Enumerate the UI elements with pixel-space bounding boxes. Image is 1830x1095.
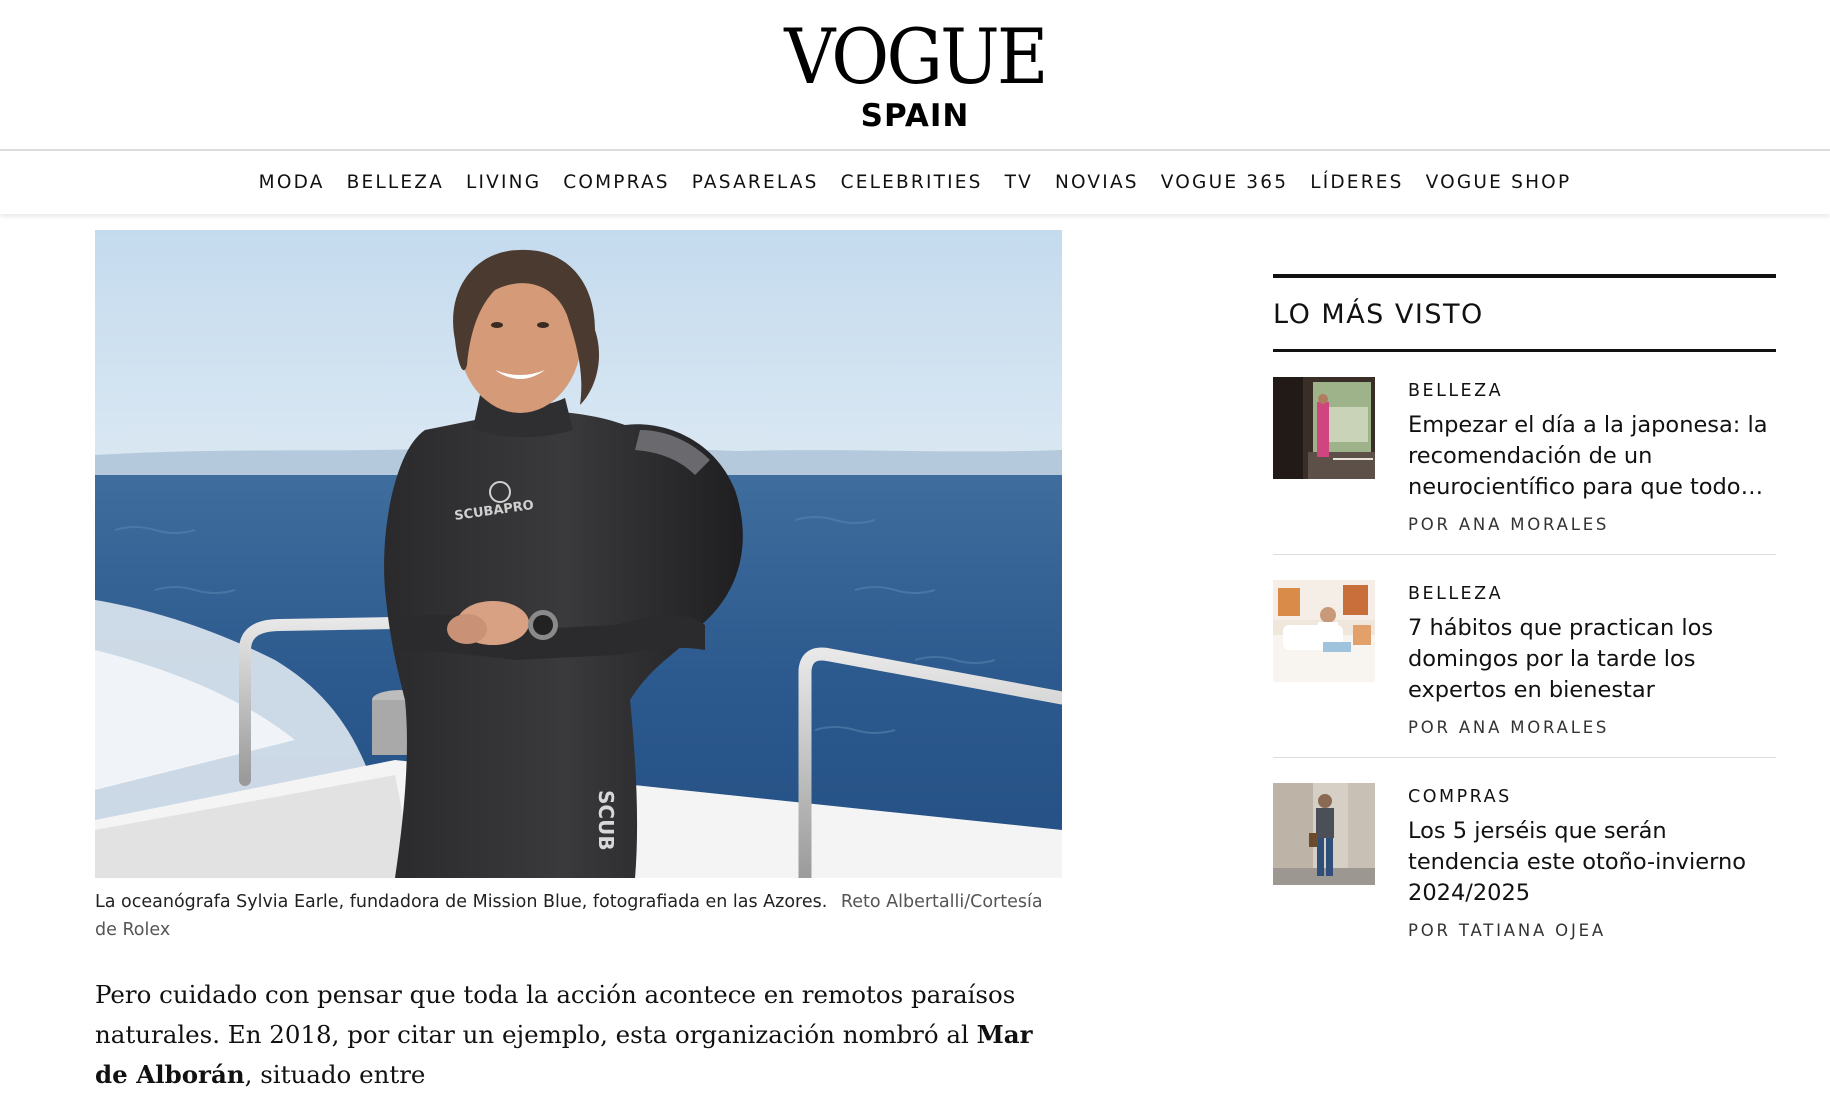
- leg-logo-text: SCUB: [594, 790, 618, 851]
- nav-item-belleza[interactable]: BELLEZA: [347, 172, 444, 193]
- story-card[interactable]: BELLEZA Empezar el día a la japonesa: la…: [1273, 352, 1776, 555]
- article-text: Pero cuidado con pensar que toda la acci…: [95, 980, 1016, 1049]
- story-thumbnail[interactable]: [1273, 783, 1375, 885]
- story-author[interactable]: POR TATIANA OJEA: [1408, 921, 1778, 940]
- main-nav: MODA BELLEZA LIVING COMPRAS PASARELAS CE…: [0, 151, 1830, 214]
- nav-item-living[interactable]: LIVING: [466, 172, 541, 193]
- story-author[interactable]: POR ANA MORALES: [1408, 718, 1778, 737]
- photo-caption: La oceanógrafa Sylvia Earle, fundadora d…: [95, 888, 1065, 944]
- nav-item-pasarelas[interactable]: PASARELAS: [692, 172, 819, 193]
- nav-item-tv[interactable]: TV: [1005, 172, 1033, 193]
- nav-item-compras[interactable]: COMPRAS: [563, 172, 670, 193]
- story-author[interactable]: POR ANA MORALES: [1408, 515, 1778, 534]
- nav-item-lideres[interactable]: LÍDERES: [1310, 172, 1403, 193]
- story-thumbnail[interactable]: [1273, 580, 1375, 682]
- article-paragraph: Pero cuidado con pensar que toda la acci…: [95, 975, 1055, 1095]
- story-card[interactable]: BELLEZA 7 hábitos que practican los domi…: [1273, 555, 1776, 758]
- story-title[interactable]: Empezar el día a la japonesa: la recomen…: [1408, 410, 1778, 503]
- story-title[interactable]: 7 hábitos que practican los domingos por…: [1408, 613, 1778, 706]
- vogue-spain-logo[interactable]: VOGUE SPAIN: [0, 12, 1830, 135]
- nav-item-novias[interactable]: NOVIAS: [1055, 172, 1139, 193]
- logo-edition: SPAIN: [860, 98, 970, 134]
- article-body: Pero cuidado con pensar que toda la acci…: [95, 975, 1055, 1095]
- story-category[interactable]: BELLEZA: [1408, 577, 1778, 611]
- nav-item-moda[interactable]: MODA: [259, 172, 325, 193]
- hero-photo: SCUBAPRO SCUB: [95, 230, 1062, 878]
- article-text-end: , situado entre: [244, 1060, 426, 1089]
- logo-wordmark: VOGUE: [784, 12, 1048, 101]
- story-category[interactable]: BELLEZA: [1408, 374, 1778, 408]
- nav-item-vogue-shop[interactable]: VOGUE SHOP: [1426, 172, 1572, 193]
- nav-item-vogue-365[interactable]: VOGUE 365: [1161, 172, 1288, 193]
- most-viewed-sidebar: LO MÁS VISTO BELLEZA Empezar el día a la…: [1273, 274, 1776, 960]
- masthead: VOGUE SPAIN: [0, 0, 1830, 149]
- sidebar-title: LO MÁS VISTO: [1273, 299, 1484, 330]
- nav-item-celebrities[interactable]: CELEBRITIES: [841, 172, 983, 193]
- caption-text: La oceanógrafa Sylvia Earle, fundadora d…: [95, 892, 828, 912]
- story-card[interactable]: COMPRAS Los 5 jerséis que serán tendenci…: [1273, 758, 1776, 960]
- story-thumbnail[interactable]: [1273, 377, 1375, 479]
- story-category[interactable]: COMPRAS: [1408, 780, 1778, 814]
- story-title[interactable]: Los 5 jerséis que serán tendencia este o…: [1408, 816, 1778, 909]
